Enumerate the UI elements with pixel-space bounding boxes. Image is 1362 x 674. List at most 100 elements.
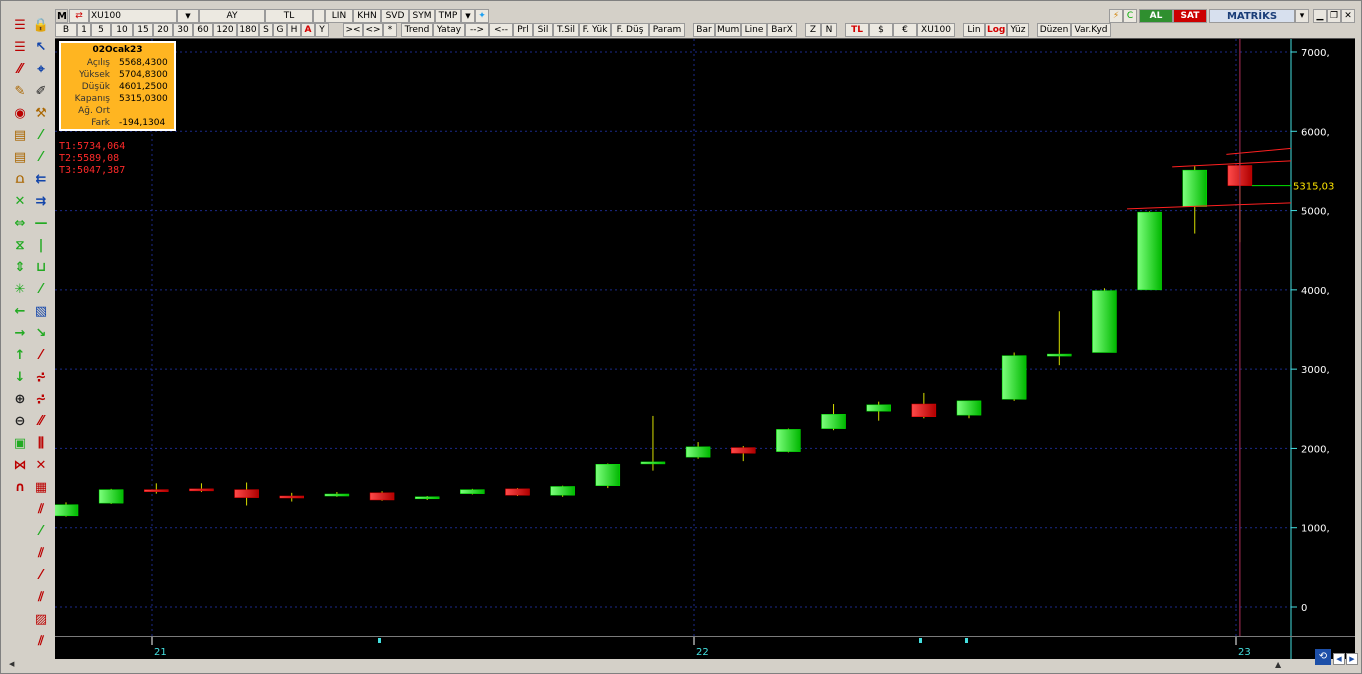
down-arrow-icon[interactable]: ↓ [11, 369, 29, 387]
interval-15[interactable]: 15 [133, 23, 153, 37]
candle-up[interactable] [550, 486, 575, 496]
extra-tool-1-icon[interactable]: ⫽ [32, 501, 50, 519]
svd-button[interactable]: SVD [381, 9, 409, 23]
zoom-in-icon[interactable]: ⊕ [11, 391, 29, 409]
interval-1[interactable]: 1 [77, 23, 91, 37]
fill-icon[interactable]: ▤ [11, 127, 29, 145]
tmp-button[interactable]: TMP [435, 9, 461, 23]
refresh-icon[interactable]: C [1123, 9, 1137, 23]
tool-trend[interactable]: Trend [401, 23, 433, 37]
candle-up[interactable] [1092, 290, 1117, 353]
interval-Y[interactable]: Y [315, 23, 329, 37]
scroll-left-small-icon[interactable]: ◀ [9, 660, 14, 668]
nav-button[interactable]: * [383, 23, 397, 37]
candle-up[interactable] [460, 489, 485, 494]
channel-icon[interactable]: ⊔ [32, 259, 50, 277]
zoom-z[interactable]: Z [805, 23, 821, 37]
cross-icon[interactable]: ✕ [11, 193, 29, 211]
symbol-dropdown-icon[interactable]: ▼ [177, 9, 199, 23]
tmp-dropdown-icon[interactable]: ▼ [461, 9, 475, 23]
candle-up[interactable] [1137, 211, 1162, 291]
chart-type-barx[interactable]: BarX [767, 23, 797, 37]
extra-tool-4-icon[interactable]: ⁄ [32, 567, 50, 585]
interval-10[interactable]: 10 [111, 23, 133, 37]
magnet-icon[interactable]: ∩ [11, 479, 29, 497]
scale-button[interactable]: LIN [325, 9, 353, 23]
pencil-icon[interactable]: ✎ [11, 83, 29, 101]
nav-button[interactable]: >< [343, 23, 363, 37]
edit-1[interactable]: Var.Kyd [1071, 23, 1111, 37]
sym-button[interactable]: SYM [409, 9, 435, 23]
scale-log[interactable]: Log [985, 23, 1007, 37]
candle-down[interactable] [731, 447, 756, 454]
scroll-right-icon[interactable]: ▶ [1346, 653, 1358, 665]
indicator-list-2-icon[interactable]: ☰ [11, 39, 29, 57]
diag-icon[interactable]: ↘ [32, 325, 50, 343]
left-arrow-icon[interactable]: ← [11, 303, 29, 321]
hourglass-icon[interactable]: ⧖ [11, 237, 29, 255]
arrow-right-icon[interactable]: ⇉ [32, 193, 50, 211]
menu-m-button[interactable]: M [55, 9, 68, 23]
candle-down[interactable] [234, 489, 259, 498]
candle-up[interactable] [866, 404, 891, 412]
candle-up[interactable] [821, 414, 846, 429]
symbol-field[interactable]: XU100 [89, 9, 177, 23]
tool-fyk[interactable]: F. Yük [579, 23, 611, 37]
scale-lin[interactable]: Lin [963, 23, 985, 37]
target-icon[interactable]: ◉ [11, 105, 29, 123]
currency-0[interactable]: TL [845, 23, 869, 37]
tool-param[interactable]: Param [649, 23, 685, 37]
brush-icon[interactable]: ⁄ [32, 281, 50, 299]
candle-up[interactable] [776, 429, 801, 452]
close-icon[interactable]: ✕ [1341, 9, 1355, 23]
star-icon[interactable]: ✳ [11, 281, 29, 299]
period-select[interactable]: AY [199, 9, 265, 23]
symbol-refresh-icon[interactable]: ⇄ [69, 9, 89, 23]
hline-icon[interactable]: — [32, 215, 50, 233]
b-button[interactable]: B [55, 23, 77, 37]
candle-up[interactable] [685, 446, 711, 458]
interval-60[interactable]: 60 [193, 23, 213, 37]
line-tool-icon[interactable]: ⁄ [32, 127, 50, 145]
minimize-icon[interactable]: ▁ [1313, 9, 1327, 23]
tool-[interactable]: <-- [489, 23, 513, 37]
vline-icon[interactable]: | [32, 237, 50, 255]
candle-up[interactable] [324, 493, 350, 497]
candle-down[interactable] [911, 403, 937, 417]
pointer-icon[interactable]: ↖ [32, 39, 50, 57]
candle-down[interactable] [505, 488, 530, 496]
candle-up[interactable] [1047, 353, 1072, 357]
candle-up[interactable] [595, 464, 621, 486]
bell-icon[interactable]: ⩍ [11, 171, 29, 189]
tools-icon[interactable]: ⚒ [32, 105, 50, 123]
extra-tool-2-icon[interactable]: ⁄ [32, 523, 50, 541]
currency-select[interactable]: TL [265, 9, 313, 23]
extra-tool-6-icon[interactable]: ▨ [32, 611, 50, 629]
expand-v-icon[interactable]: ⇕ [11, 259, 29, 277]
grid-icon[interactable]: ▦ [32, 479, 50, 497]
fib-icon[interactable]: ⩫ [32, 369, 50, 387]
extra-tool-3-icon[interactable]: ⫽ [32, 545, 50, 563]
fib-2-icon[interactable]: ⩫ [32, 391, 50, 409]
interval-S[interactable]: S [259, 23, 273, 37]
tool-fd[interactable]: F. Düş [611, 23, 649, 37]
pen-icon[interactable]: ⁄ [32, 347, 50, 365]
alert-icon[interactable]: ⚡ [1109, 9, 1123, 23]
delete-icon[interactable]: ✕ [32, 457, 50, 475]
scroll-left-icon[interactable]: ◀ [1333, 653, 1345, 665]
tool-prl[interactable]: Prl [513, 23, 533, 37]
extra-tool-5-icon[interactable]: ⫽ [32, 589, 50, 607]
zoom-n[interactable]: N [821, 23, 837, 37]
tool-yatay[interactable]: Yatay [433, 23, 465, 37]
tool-sil[interactable]: Sil [533, 23, 553, 37]
index-symbol[interactable]: XU100 [917, 23, 955, 37]
up-arrow-icon[interactable]: ↑ [11, 347, 29, 365]
interval-G[interactable]: G [273, 23, 287, 37]
twitter-icon[interactable]: ✦ [475, 9, 489, 23]
lock-icon[interactable]: 🔒 [32, 17, 50, 35]
bars-icon[interactable]: ⫼ [32, 435, 50, 453]
candle-up[interactable] [640, 461, 666, 465]
currency-2[interactable]: € [893, 23, 917, 37]
buy-button[interactable]: AL [1139, 9, 1173, 23]
indicator-list-icon[interactable]: ☰ [11, 17, 29, 35]
